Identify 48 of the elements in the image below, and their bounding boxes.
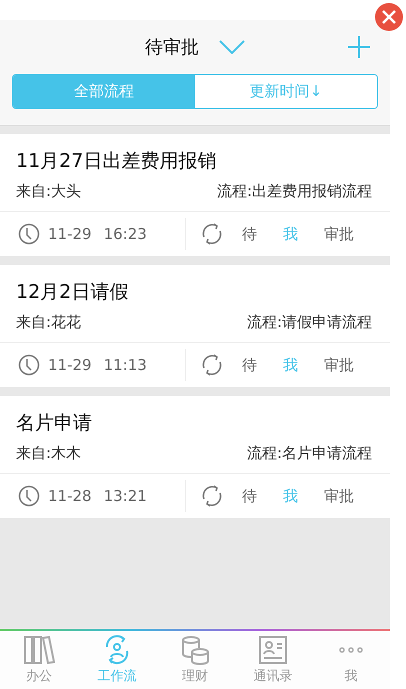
status-step: 待 bbox=[242, 356, 257, 374]
process-text: 流程:出差费用报销流程 bbox=[216, 182, 372, 201]
coins-icon bbox=[179, 635, 211, 665]
refresh-icon bbox=[200, 484, 224, 508]
card-title: 12月2日请假 bbox=[15, 280, 130, 305]
more-icon bbox=[339, 647, 363, 653]
refresh-icon bbox=[200, 353, 224, 377]
sender-text: 来自:木木 bbox=[16, 444, 82, 463]
dropdown-caret-icon[interactable] bbox=[219, 40, 245, 54]
approval-card[interactable]: 名片申请 来自:木木 流程:名片申请流程 11-28 13:21 待 我 审批 bbox=[0, 396, 390, 518]
sender-text: 来自:大头 bbox=[16, 182, 82, 201]
time-text: 16:23 bbox=[104, 225, 147, 243]
status-step: 待 bbox=[242, 486, 257, 506]
clock-icon bbox=[18, 354, 40, 376]
time-text: 13:21 bbox=[104, 487, 147, 505]
screen-title: 待审批 bbox=[145, 36, 199, 59]
segment-tab[interactable]: 全部流程 bbox=[13, 75, 195, 108]
status-step: 审批 bbox=[324, 224, 354, 244]
status-step: 我 bbox=[283, 356, 298, 374]
status-step: 我 bbox=[283, 224, 298, 244]
approval-card[interactable]: 11月27日出差费用报销 来自:大头 流程:出差费用报销流程 11-29 16:23 待 我 审批 bbox=[0, 134, 390, 256]
status-step: 审批 bbox=[324, 486, 354, 506]
card-title: 11月27日出差费用报销 bbox=[15, 149, 218, 174]
date-text: 11-29 bbox=[48, 225, 92, 243]
status-step: 我 bbox=[283, 486, 298, 506]
nav-tab[interactable]: 工作流 bbox=[78, 631, 156, 689]
add-icon[interactable] bbox=[348, 36, 370, 58]
card-title: 名片申请 bbox=[15, 411, 93, 436]
approval-card[interactable]: 12月2日请假 来自:花花 流程:请假申请流程 11-29 11:13 待 我 审批 bbox=[0, 265, 390, 387]
close-icon[interactable] bbox=[374, 2, 404, 32]
sender-text: 来自:花花 bbox=[16, 313, 82, 332]
contact-card-icon bbox=[257, 635, 289, 665]
clock-icon bbox=[18, 485, 40, 507]
books-icon bbox=[23, 635, 55, 665]
nav-tab[interactable]: 我 bbox=[312, 631, 390, 689]
nav-tab[interactable]: 通讯录 bbox=[234, 631, 312, 689]
process-text: 流程:请假申请流程 bbox=[246, 313, 372, 332]
status-step: 待 bbox=[242, 224, 257, 244]
date-text: 11-28 bbox=[48, 487, 92, 505]
nav-tab[interactable]: 理财 bbox=[156, 631, 234, 689]
time-text: 11:13 bbox=[104, 356, 147, 374]
status-step: 审批 bbox=[324, 356, 354, 374]
segment-tab[interactable]: 更新时间↓ bbox=[195, 75, 377, 108]
clock-icon bbox=[18, 223, 40, 245]
process-text: 流程:名片申请流程 bbox=[246, 444, 372, 463]
date-text: 11-29 bbox=[48, 356, 92, 374]
nav-tab[interactable]: 办公 bbox=[0, 631, 78, 689]
refresh-icon bbox=[200, 222, 224, 246]
